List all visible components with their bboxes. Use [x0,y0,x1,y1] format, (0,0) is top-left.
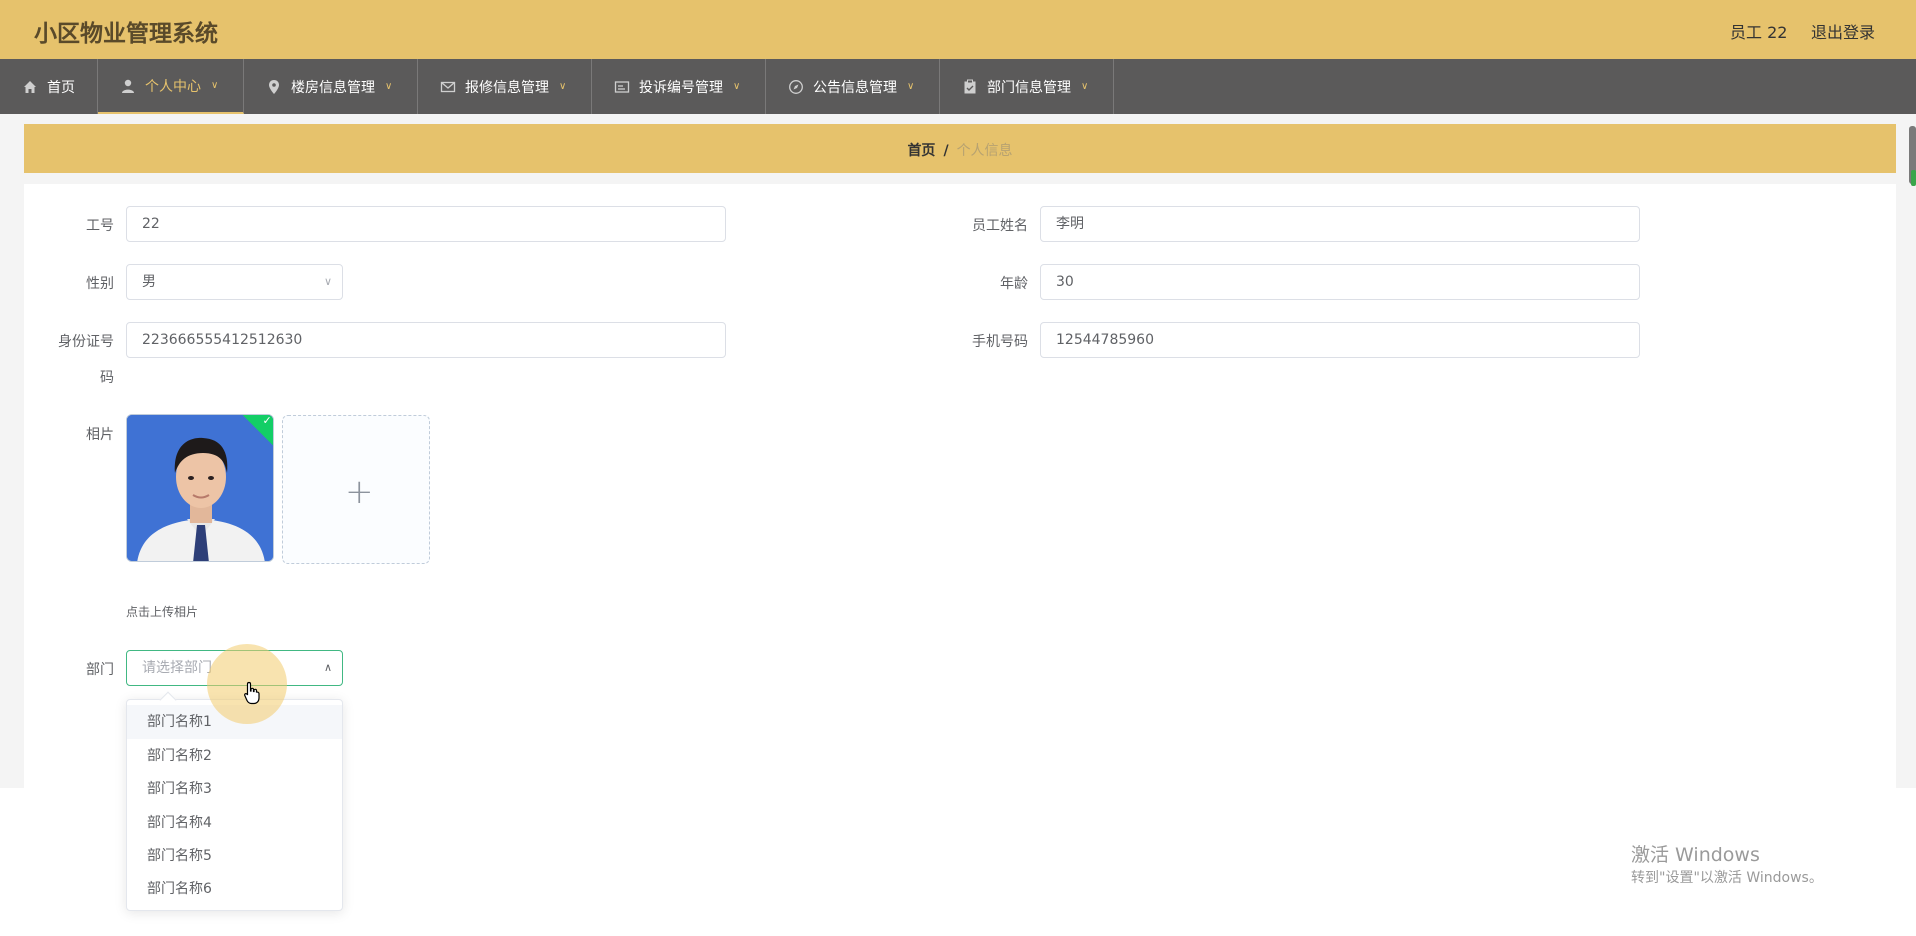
id-card-label: 身份证号 [58,334,114,350]
check-icon: ✓ [262,414,272,427]
age-field[interactable]: 30 [1040,264,1640,300]
breadcrumb-separator: / [943,143,949,159]
chevron-down-icon: ∨ [559,81,567,92]
department-option[interactable]: 部门名称6 [127,872,342,906]
employee-name-field[interactable]: 李明 [1040,206,1640,242]
card-icon [614,80,630,93]
logout-link[interactable]: 退出登录 [1811,19,1875,43]
scrollbar-indicator [1911,170,1916,186]
breadcrumb: 首页 / 个人信息 [24,124,1896,173]
department-option[interactable]: 部门名称2 [127,739,342,773]
employee-no-field[interactable]: 22 [126,206,726,242]
user-icon [122,79,134,93]
photo-upload-tip: 点击上传相片 [126,605,199,619]
chevron-down-icon: ∨ [1081,81,1089,92]
mail-icon [440,81,456,92]
gender-label: 性别 [86,276,114,292]
department-option[interactable]: 部门名称5 [127,839,342,873]
nav-item-label: 个人中心 [145,78,201,95]
home-icon [24,80,36,93]
nav-item-label: 报修信息管理 [465,79,549,96]
department-dropdown: 部门名称1 部门名称2 部门名称3 部门名称4 部门名称5 部门名称6 [126,691,343,911]
current-user-label: 员工 22 [1730,23,1788,42]
photo-label: 相片 [86,427,114,443]
phone-label: 手机号码 [972,334,1028,350]
department-placeholder: 请选择部门 [142,660,212,676]
breadcrumb-home[interactable]: 首页 [907,143,935,159]
breadcrumb-current: 个人信息 [956,143,1013,159]
portrait-image [127,415,273,561]
nav-item-label: 楼房信息管理 [291,79,375,96]
chevron-down-icon: ∨ [907,81,915,92]
id-card-label-wrap: 码 [100,370,114,386]
phone-field[interactable]: 12544785960 [1040,322,1640,358]
top-header: 小区物业管理系统 员工 22 退出登录 [0,0,1916,59]
compass-icon [789,79,803,94]
plus-icon: + [345,472,374,512]
location-icon [269,79,279,94]
chevron-up-icon: ∧ [323,661,332,674]
nav-item-department[interactable]: 部门信息管理 ∨ [940,59,1114,114]
main-nav: 首页 个人中心 ∨ 楼房信息管理 ∨ 报修信息管理 ∨ 投诉编号管理 ∨ 公告信… [0,59,1916,114]
employee-name-label: 员工姓名 [972,218,1028,234]
windows-activation-hint: 转到"设置"以激活 Windows。 [1631,870,1823,886]
hand-cursor-icon [244,681,260,705]
chevron-down-icon: ∨ [733,81,741,92]
department-option[interactable]: 部门名称3 [127,772,342,806]
nav-item-label: 投诉编号管理 [639,79,723,96]
gender-value: 男 [142,274,156,290]
nav-item-personal-center[interactable]: 个人中心 ∨ [98,59,244,114]
gender-select[interactable]: 男 ∨ [126,264,343,300]
chevron-down-icon: ∨ [323,275,332,288]
nav-item-building-info[interactable]: 楼房信息管理 ∨ [244,59,418,114]
department-label: 部门 [86,662,114,678]
nav-item-complaint[interactable]: 投诉编号管理 ∨ [592,59,766,114]
windows-activation-title: 激活 Windows [1631,844,1760,866]
nav-item-label: 部门信息管理 [987,79,1071,96]
clipboard-icon [964,79,976,93]
nav-item-home[interactable]: 首页 [0,59,98,114]
id-card-field[interactable]: 223666555412512630 [126,322,726,358]
chevron-down-icon: ∨ [211,80,219,91]
photo-upload-button[interactable]: + [282,415,430,564]
employee-no-label: 工号 [86,218,114,234]
chevron-down-icon: ∨ [385,81,393,92]
department-option[interactable]: 部门名称4 [127,806,342,840]
nav-item-label: 公告信息管理 [813,79,897,96]
age-label: 年龄 [1000,276,1028,292]
nav-item-repair-info[interactable]: 报修信息管理 ∨ [418,59,592,114]
uploaded-photo[interactable]: ✓ [126,414,274,562]
nav-item-announcement[interactable]: 公告信息管理 ∨ [766,59,940,114]
nav-item-label: 首页 [47,79,75,96]
app-title: 小区物业管理系统 [34,21,218,47]
